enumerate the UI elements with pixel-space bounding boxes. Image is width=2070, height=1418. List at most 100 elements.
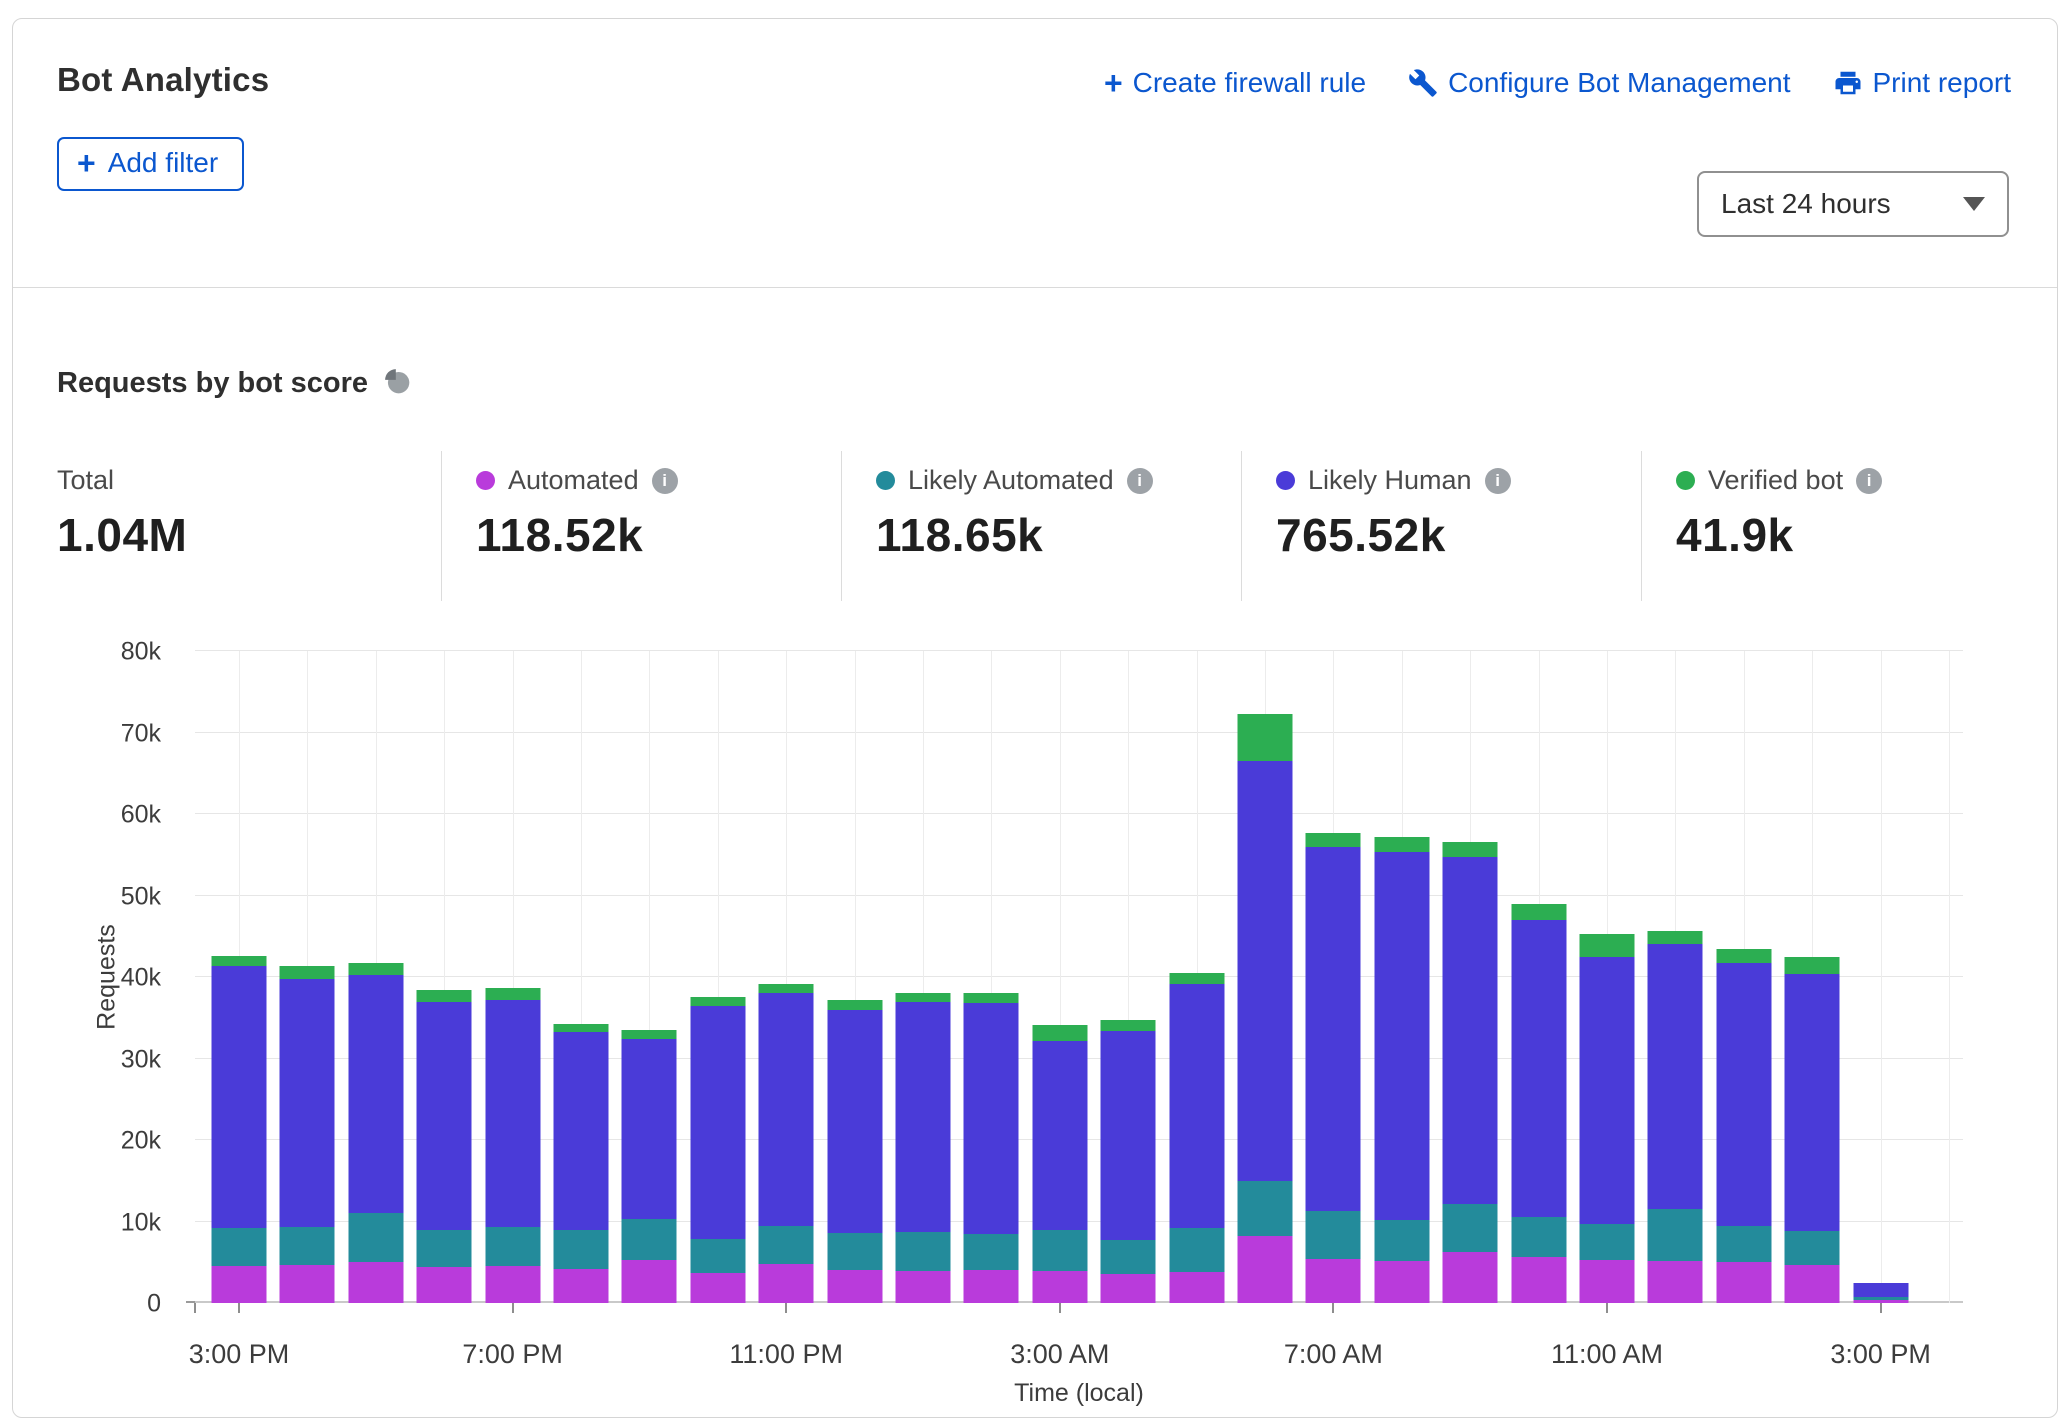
bar[interactable] [1716, 651, 1771, 1303]
bar[interactable] [417, 651, 472, 1303]
stat-verified-bot-value: 41.9k [1676, 508, 2041, 562]
x-tick-label: 3:00 AM [1010, 1339, 1109, 1370]
bar[interactable] [622, 651, 677, 1303]
bar-segment-likely-automated [485, 1227, 540, 1265]
bar[interactable] [690, 651, 745, 1303]
bar-segment-automated [280, 1265, 335, 1303]
bar-segment-likely-automated [1101, 1240, 1156, 1273]
bar-segment-likely-automated [1032, 1230, 1087, 1271]
bar-segment-likely-human [1238, 761, 1293, 1181]
bar-segment-verified-bot [827, 1000, 882, 1011]
print-report-link[interactable]: Print report [1833, 67, 2012, 99]
info-icon[interactable]: i [652, 468, 678, 494]
card-header: Bot Analytics + Create firewall rule Con… [13, 19, 2057, 288]
bar-segment-automated [759, 1264, 814, 1303]
bar[interactable] [554, 651, 609, 1303]
bar[interactable] [1169, 651, 1224, 1303]
bar-segment-likely-automated [622, 1219, 677, 1260]
bar-segment-likely-human [1716, 963, 1771, 1226]
bar-segment-verified-bot [485, 988, 540, 1000]
bar-segment-automated [1511, 1257, 1566, 1303]
bar-segment-likely-automated [1306, 1211, 1361, 1259]
bar[interactable] [1580, 651, 1635, 1303]
bar[interactable] [1648, 651, 1703, 1303]
bar-segment-verified-bot [759, 984, 814, 993]
bar[interactable] [1374, 651, 1429, 1303]
bar-segment-verified-bot [1306, 833, 1361, 847]
bar-segment-verified-bot [690, 997, 745, 1007]
bar-segment-likely-human [1648, 944, 1703, 1209]
stat-likely-human-value: 765.52k [1276, 508, 1641, 562]
stat-likely-automated-value: 118.65k [876, 508, 1241, 562]
bar-segment-automated [485, 1266, 540, 1303]
bar-segment-automated [622, 1260, 677, 1303]
y-tick-label: 60k [95, 801, 161, 830]
bar-segment-verified-bot [1032, 1025, 1087, 1040]
stat-likely-human-label: Likely Human [1308, 465, 1472, 496]
stat-likely-automated-label: Likely Automated [908, 465, 1114, 496]
bar-segment-automated [212, 1266, 267, 1303]
bar-segment-verified-bot [1511, 904, 1566, 919]
x-tick-label: 3:00 PM [1830, 1339, 1931, 1370]
bar-segment-automated [827, 1270, 882, 1303]
bar-segment-likely-automated [1169, 1228, 1224, 1272]
info-icon[interactable]: i [1485, 468, 1511, 494]
bar[interactable] [759, 651, 814, 1303]
bar[interactable] [964, 651, 1019, 1303]
bar-segment-likely-human [348, 975, 403, 1213]
y-tick-label: 80k [95, 638, 161, 667]
header-actions: + Create firewall rule Configure Bot Man… [1104, 67, 2011, 99]
bar-segment-verified-bot [1238, 714, 1293, 761]
likely-automated-legend-dot [876, 471, 895, 490]
bar[interactable] [1238, 651, 1293, 1303]
bar[interactable] [348, 651, 403, 1303]
bar-segment-verified-bot [417, 990, 472, 1002]
plus-icon: + [1104, 67, 1123, 99]
info-icon[interactable]: i [1127, 468, 1153, 494]
bar[interactable] [485, 651, 540, 1303]
bar-segment-automated [1032, 1271, 1087, 1303]
stat-verified-bot: Verified bot i 41.9k [1641, 451, 2041, 601]
bar-segment-automated [1785, 1265, 1840, 1303]
y-tick-label: 50k [95, 882, 161, 911]
bar-segment-likely-human [1374, 852, 1429, 1220]
bar[interactable] [1101, 651, 1156, 1303]
bar-segment-likely-automated [417, 1230, 472, 1267]
bar-segment-likely-human [212, 966, 267, 1228]
bar-segment-automated [348, 1262, 403, 1303]
bar-segment-verified-bot [554, 1024, 609, 1033]
bar[interactable] [1032, 651, 1087, 1303]
automated-legend-dot [476, 471, 495, 490]
bar[interactable] [1785, 651, 1840, 1303]
time-range-dropdown[interactable]: Last 24 hours [1697, 171, 2009, 237]
bar[interactable] [1853, 651, 1908, 1303]
x-axis-origin-tick [194, 1303, 196, 1313]
bar[interactable] [280, 651, 335, 1303]
bar-segment-likely-automated [1374, 1220, 1429, 1262]
bar-segment-automated [1169, 1272, 1224, 1303]
bar[interactable] [1306, 651, 1361, 1303]
add-filter-button[interactable]: + Add filter [57, 137, 244, 191]
bar-segment-automated [554, 1269, 609, 1303]
x-tick-mark [512, 1303, 514, 1313]
bar-segment-likely-human [1785, 974, 1840, 1232]
bar[interactable] [1443, 651, 1498, 1303]
bar[interactable] [827, 651, 882, 1303]
x-tick-label: 11:00 AM [1551, 1339, 1663, 1370]
bar-segment-likely-automated [1580, 1224, 1635, 1260]
info-icon[interactable]: i [1856, 468, 1882, 494]
create-firewall-rule-link[interactable]: + Create firewall rule [1104, 67, 1366, 99]
bar[interactable] [212, 651, 267, 1303]
grid-line-v [1949, 651, 1950, 1303]
bar-segment-automated [1716, 1262, 1771, 1303]
bar-segment-verified-bot [1648, 931, 1703, 945]
bar-segment-verified-bot [964, 993, 1019, 1003]
x-tick-label: 3:00 PM [189, 1339, 290, 1370]
stat-total: Total 1.04M [13, 451, 441, 601]
bar-segment-likely-automated [964, 1234, 1019, 1271]
bar-segment-likely-automated [1238, 1181, 1293, 1236]
configure-bot-management-link[interactable]: Configure Bot Management [1408, 67, 1790, 99]
bar[interactable] [896, 651, 951, 1303]
bar[interactable] [1511, 651, 1566, 1303]
bar-segment-verified-bot [1169, 973, 1224, 984]
